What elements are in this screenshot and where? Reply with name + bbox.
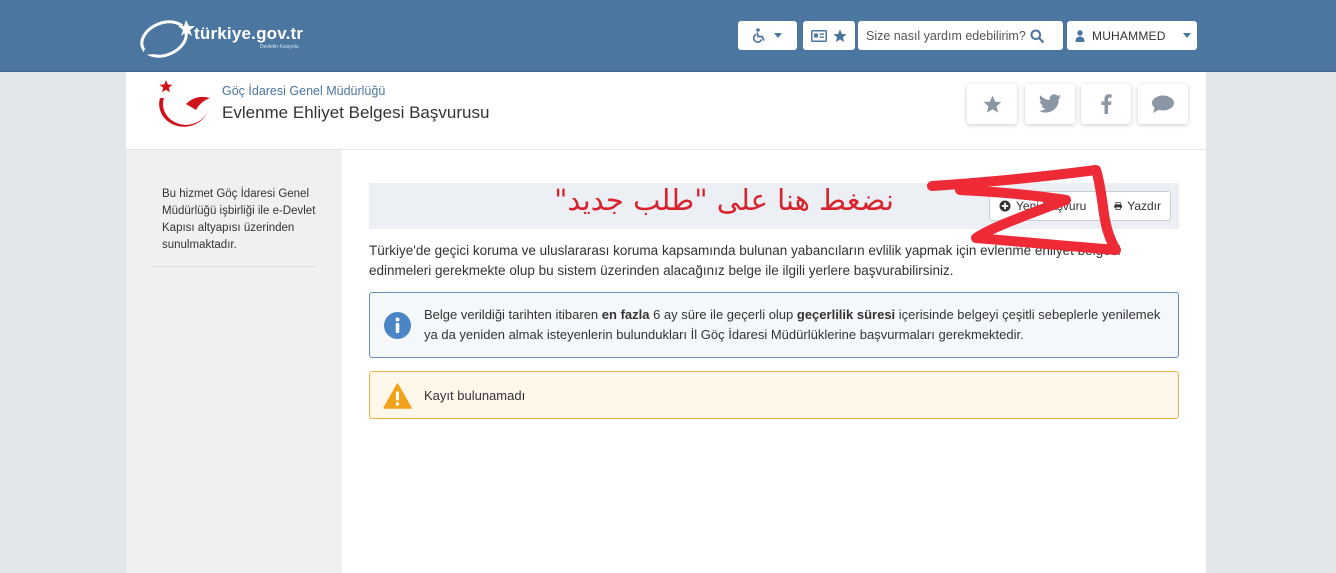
info-icon — [384, 312, 411, 339]
favorites-card-button[interactable] — [803, 21, 855, 50]
star-icon — [983, 95, 1001, 113]
annotation-text: نضغط هنا على "طلب جديد" — [554, 183, 894, 217]
warning-icon — [383, 383, 412, 409]
chevron-down-icon — [1182, 33, 1191, 38]
search-box — [858, 21, 1063, 50]
accessibility-menu-button[interactable] — [738, 21, 797, 50]
info-message: Belge verildiği tarihten itibaren en faz… — [424, 305, 1164, 345]
service-header: Göç İdaresi Genel Müdürlüğü Evlenme Ehli… — [126, 72, 1206, 150]
search-icon[interactable] — [1030, 29, 1044, 43]
goc-idaresi-emblem-icon — [159, 80, 210, 127]
page-title: Evlenme Ehliyet Belgesi Başvurusu — [222, 103, 490, 122]
user-menu-button[interactable]: MUHAMMED — [1067, 21, 1197, 50]
logo-subtext: Devletin Kısayolu — [260, 44, 299, 50]
print-label: Yazdır — [1127, 199, 1161, 213]
facebook-share-button[interactable] — [1081, 84, 1131, 124]
comment-button[interactable] — [1138, 84, 1188, 124]
wheelchair-icon — [753, 28, 765, 43]
print-button[interactable]: Yazdır — [1104, 191, 1171, 221]
new-application-button[interactable]: Yeni Başvuru — [989, 191, 1103, 221]
sidebar: Bu hizmet Göç İdaresi Genel Müdürlüğü iş… — [126, 150, 342, 573]
chevron-down-icon — [774, 33, 782, 38]
new-application-label: Yeni Başvuru — [1016, 199, 1087, 213]
printer-icon — [1114, 202, 1122, 210]
top-navbar: türkiye.gov.tr Devletin Kısayolu Size na… — [0, 0, 1336, 72]
info-bold-validity: geçerlilik süresi — [796, 307, 896, 322]
user-name: MUHAMMED — [1092, 28, 1166, 43]
agency-name[interactable]: Göç İdaresi Genel Müdürlüğü — [222, 84, 385, 98]
facebook-icon — [1101, 94, 1112, 114]
crescent-swoosh-icon — [140, 20, 195, 58]
no-record-message: Kayıt bulunamadı — [424, 388, 526, 403]
service-description: Türkiye'de geçici koruma ve uluslararası… — [369, 243, 1121, 278]
logo-text: türkiye.gov.tr — [194, 24, 304, 43]
twitter-icon — [1039, 94, 1061, 113]
favorite-button[interactable] — [967, 84, 1017, 124]
info-alert: Belge verildiği tarihten itibaren en faz… — [369, 292, 1179, 358]
warning-alert: Kayıt bulunamadı — [369, 371, 1179, 419]
info-text-1: Belge verildiği tarihten itibaren — [424, 307, 602, 322]
star-icon — [833, 29, 847, 42]
user-icon — [1075, 29, 1085, 42]
service-provider-note: Bu hizmet Göç İdaresi Genel Müdürlüğü iş… — [162, 188, 316, 251]
comment-icon — [1152, 95, 1174, 113]
turkiye-gov-logo[interactable]: türkiye.gov.tr Devletin Kısayolu — [138, 14, 318, 60]
plus-circle-icon — [999, 200, 1011, 212]
info-bold-max: en fazla — [601, 307, 650, 322]
divider — [152, 266, 316, 267]
info-text-2: 6 ay süre ile geçerli olup — [649, 307, 797, 322]
search-input[interactable] — [858, 22, 1030, 49]
id-card-icon — [811, 29, 827, 42]
twitter-share-button[interactable] — [1025, 84, 1075, 124]
